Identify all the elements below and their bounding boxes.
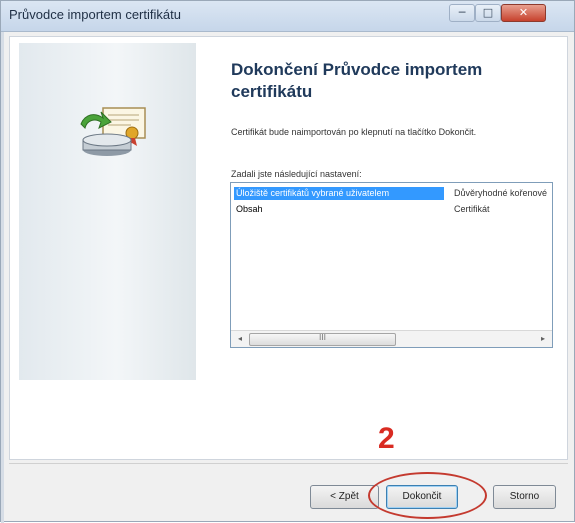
- wizard-side-banner: [19, 43, 196, 380]
- certificate-import-icon: [80, 107, 146, 156]
- cancel-button[interactable]: Storno: [493, 485, 556, 509]
- window-left-edge: [1, 1, 4, 523]
- scroll-left-icon[interactable]: ◂: [233, 332, 247, 346]
- wizard-description: Certifikát bude naimportován po klepnutí…: [231, 127, 477, 137]
- window-title: Průvodce importem certifikátu: [9, 7, 181, 22]
- wizard-window: Průvodce importem certifikátu ─ □ ✕ Doko…: [0, 0, 575, 523]
- wizard-heading: Dokončení Průvodce importem certifikátu: [231, 60, 483, 101]
- minimize-button[interactable]: ─: [449, 4, 475, 22]
- minimize-icon: ─: [458, 6, 466, 19]
- scroll-thumb[interactable]: III: [249, 333, 396, 346]
- maximize-button[interactable]: □: [475, 4, 501, 22]
- scroll-right-icon[interactable]: ▸: [536, 332, 550, 346]
- close-icon: ✕: [518, 6, 529, 19]
- maximize-icon: □: [482, 6, 494, 19]
- horizontal-scrollbar[interactable]: ◂ III ▸: [231, 330, 552, 347]
- settings-label: Zadali jste následující nastavení:: [231, 169, 362, 179]
- close-button[interactable]: ✕: [501, 4, 546, 22]
- setting-name: Obsah: [236, 204, 263, 214]
- grip-icon: III: [318, 333, 327, 342]
- setting-value: Důvěryhodné kořenové: [454, 188, 548, 198]
- setting-name: Úložiště certifikátů vybrané uživatelem: [234, 187, 444, 200]
- step-annotation-number: 2: [378, 422, 395, 455]
- finish-highlight-oval: [368, 472, 487, 519]
- footer-divider: [9, 463, 568, 464]
- title-bar[interactable]: Průvodce importem certifikátu ─ □ ✕: [1, 1, 574, 32]
- setting-value: Certifikát: [454, 204, 490, 214]
- settings-list[interactable]: Úložiště certifikátů vybrané uživatelem …: [230, 182, 553, 348]
